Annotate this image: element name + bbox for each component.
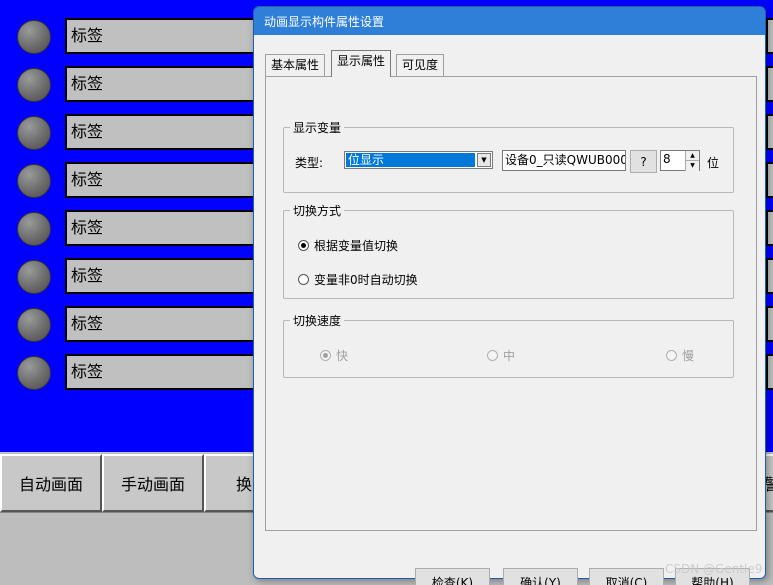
switch-by-value-label: 根据变量值切换 bbox=[314, 239, 399, 253]
tab-visibility[interactable]: 可见度 bbox=[396, 54, 445, 76]
indicator-lamp bbox=[17, 20, 51, 54]
indicator-lamp bbox=[17, 68, 51, 102]
confirm-button[interactable]: 确认(Y) bbox=[503, 568, 578, 585]
tag-label-box: 标签 bbox=[65, 162, 265, 198]
radio-unchecked-icon bbox=[666, 350, 677, 361]
watermark: CSDN @Gentle9 bbox=[665, 562, 763, 576]
switch-speed-group: 切换速度 快 中 慢 bbox=[283, 312, 734, 378]
manual-screen-button[interactable]: 手动画面 bbox=[102, 454, 204, 512]
speed-fast-label: 快 bbox=[336, 349, 349, 363]
tag-box-right-edge bbox=[766, 18, 773, 54]
chevron-down-icon[interactable]: ▼ bbox=[477, 153, 491, 167]
tag-label-box: 标签 bbox=[65, 18, 265, 54]
bit-unit-label: 位 bbox=[707, 156, 720, 170]
tag-label-box: 标签 bbox=[65, 258, 265, 294]
display-variable-group-label: 显示变量 bbox=[290, 119, 345, 136]
tag-box-right-edge bbox=[766, 258, 773, 294]
variable-field[interactable]: 设备0_只读QWUB000 bbox=[502, 150, 626, 171]
bit-spinner[interactable]: 8 ▲ ▼ bbox=[660, 150, 700, 171]
display-variable-group: 显示变量 类型: 位显示 ▼ 设备0_只读QWUB000 ? 8 ▲ ▼ 位 bbox=[283, 119, 734, 193]
radio-unchecked-icon bbox=[487, 350, 498, 361]
dialog-title: 动画显示构件属性设置 bbox=[264, 15, 385, 29]
dialog-body: 基本属性 显示属性 可见度 显示变量 类型: 位显示 ▼ 设备0_只读QWUB0… bbox=[254, 35, 765, 585]
indicator-lamp bbox=[17, 308, 51, 342]
spin-down-icon[interactable]: ▼ bbox=[685, 161, 699, 171]
radio-checked-icon bbox=[320, 350, 331, 361]
spin-up-icon[interactable]: ▲ bbox=[685, 151, 699, 161]
switch-speed-group-label: 切换速度 bbox=[290, 312, 345, 329]
tag-label-box: 标签 bbox=[65, 210, 265, 246]
type-label: 类型: bbox=[295, 156, 324, 170]
tag-label-box: 标签 bbox=[65, 354, 265, 390]
switch-auto-nonzero-label: 变量非0时自动切换 bbox=[314, 273, 418, 287]
auto-screen-button[interactable]: 自动画面 bbox=[0, 454, 102, 512]
animation-display-properties-dialog: 动画显示构件属性设置 基本属性 显示属性 可见度 显示变量 类型: 位显示 ▼ … bbox=[253, 6, 766, 585]
switch-auto-nonzero-radio[interactable]: 变量非0时自动切换 bbox=[298, 271, 418, 288]
indicator-lamp bbox=[17, 212, 51, 246]
switch-by-value-radio[interactable]: 根据变量值切换 bbox=[298, 237, 398, 254]
radio-unchecked-icon bbox=[298, 274, 309, 285]
indicator-lamp bbox=[17, 116, 51, 150]
tab-basic-properties[interactable]: 基本属性 bbox=[265, 54, 326, 76]
check-button[interactable]: 检查(K) bbox=[415, 568, 490, 585]
type-select[interactable]: 位显示 ▼ bbox=[344, 151, 493, 169]
type-select-value: 位显示 bbox=[346, 153, 475, 167]
tag-label-box: 标签 bbox=[65, 306, 265, 342]
switch-mode-group: 切换方式 根据变量值切换 变量非0时自动切换 bbox=[283, 202, 734, 299]
tag-box-right-edge bbox=[766, 354, 773, 390]
speed-slow-label: 慢 bbox=[682, 349, 695, 363]
radio-checked-icon bbox=[298, 240, 309, 251]
speed-fast-radio[interactable]: 快 bbox=[320, 347, 348, 364]
indicator-lamp bbox=[17, 260, 51, 294]
tag-label-box: 标签 bbox=[65, 114, 265, 150]
tag-label-box: 标签 bbox=[65, 66, 265, 102]
tag-box-right-edge bbox=[766, 210, 773, 246]
tag-box-right-edge bbox=[766, 162, 773, 198]
tab-panel: 显示变量 类型: 位显示 ▼ 设备0_只读QWUB000 ? 8 ▲ ▼ 位 切… bbox=[265, 76, 757, 531]
tag-box-right-edge bbox=[766, 66, 773, 102]
indicator-lamp bbox=[17, 164, 51, 198]
speed-slow-radio[interactable]: 慢 bbox=[666, 347, 694, 364]
variable-help-button[interactable]: ? bbox=[630, 150, 657, 173]
speed-medium-radio[interactable]: 中 bbox=[487, 347, 515, 364]
switch-mode-group-label: 切换方式 bbox=[290, 202, 345, 219]
cancel-button[interactable]: 取消(C) bbox=[589, 568, 664, 585]
speed-medium-label: 中 bbox=[503, 349, 516, 363]
tab-display-properties[interactable]: 显示属性 bbox=[331, 50, 392, 77]
tag-box-right-edge bbox=[766, 114, 773, 150]
indicator-lamp bbox=[17, 356, 51, 390]
tag-box-right-edge bbox=[766, 306, 773, 342]
bit-spinner-value: 8 bbox=[663, 152, 671, 166]
